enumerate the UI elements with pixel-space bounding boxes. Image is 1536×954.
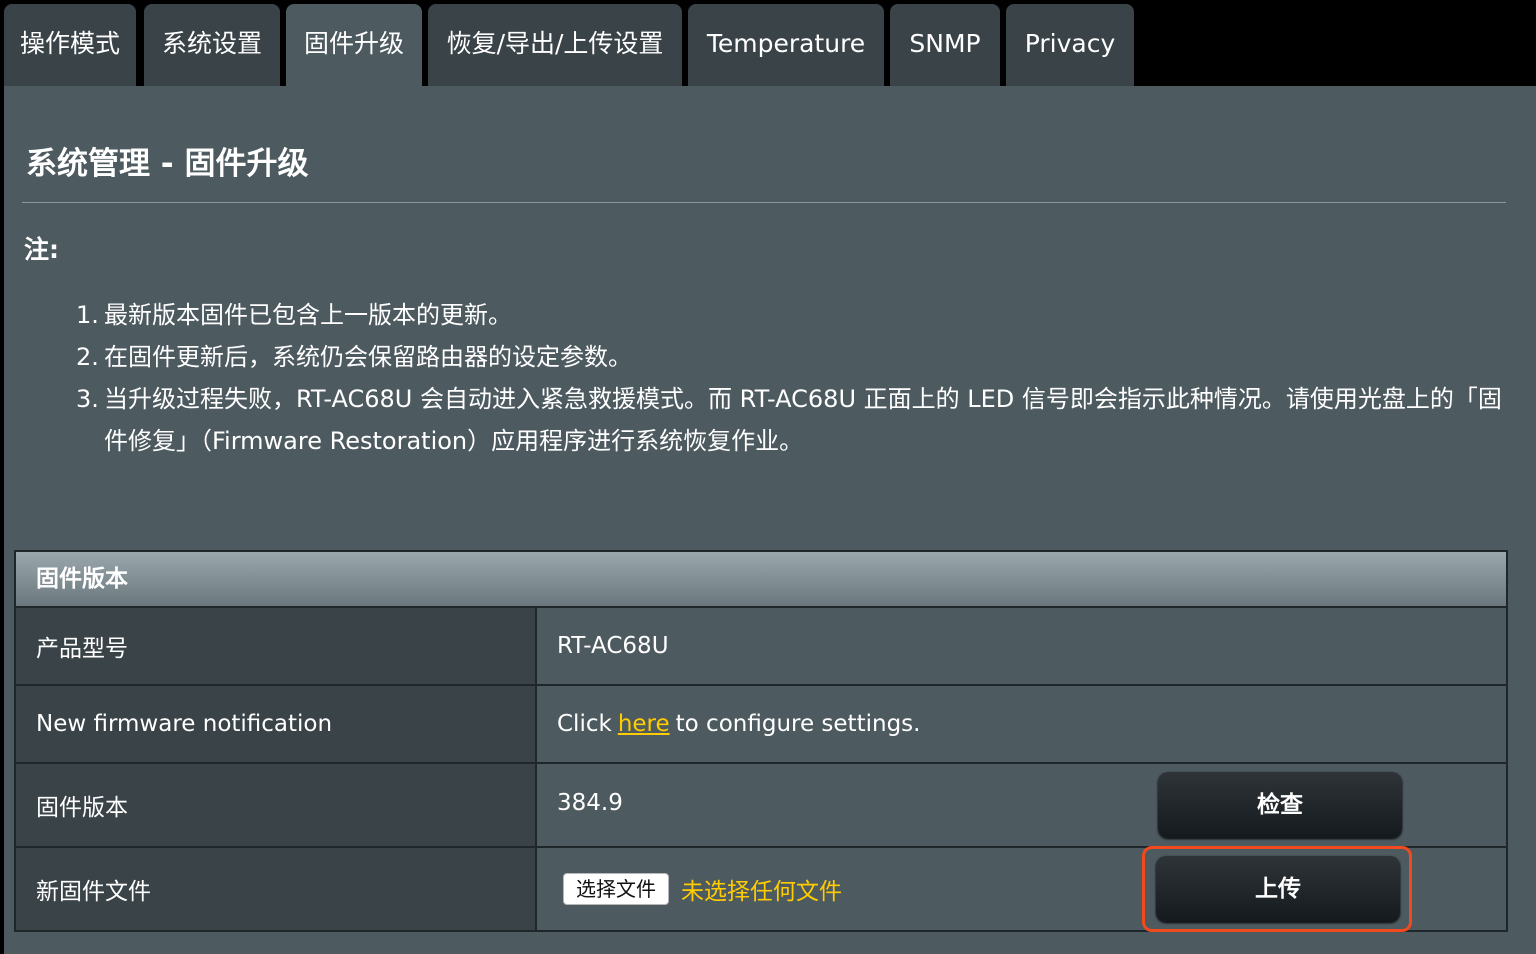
note-number: 3. <box>76 385 99 413</box>
note-text: 在固件更新后，系统仍会保留路由器的设定参数。 <box>104 343 632 371</box>
list-item: 3. 当升级过程失败，RT-AC68U 会自动进入紧急救援模式。而 RT-AC6… <box>76 378 1512 462</box>
row-label: 固件版本 <box>16 764 537 846</box>
list-item: 2. 在固件更新后，系统仍会保留路由器的设定参数。 <box>76 336 1512 378</box>
list-item: 1. 最新版本固件已包含上一版本的更新。 <box>76 294 1512 336</box>
table-header: 固件版本 <box>16 552 1506 608</box>
row-label: 新固件文件 <box>16 848 537 930</box>
note-text: 当升级过程失败，RT-AC68U 会自动进入紧急救援模式。而 RT-AC68U … <box>104 385 1502 455</box>
notification-value: Click here to configure settings. <box>537 686 1506 762</box>
tab-firmware-upgrade[interactable]: 固件升级 <box>286 4 422 86</box>
configure-here-link[interactable]: here <box>618 711 670 737</box>
tab-restore-save-upload[interactable]: 恢复/导出/上传设置 <box>428 4 682 86</box>
tab-operation-mode[interactable]: 操作模式 <box>4 4 136 86</box>
tab-temperature[interactable]: Temperature <box>688 4 884 86</box>
file-status: 未选择任何文件 <box>681 879 842 905</box>
table-row-notification: New firmware notification Click here to … <box>16 686 1506 764</box>
check-button[interactable]: 检查 <box>1158 772 1402 838</box>
row-label: New firmware notification <box>16 686 537 762</box>
main-panel: 系统管理 - 固件升级 注: 1. 最新版本固件已包含上一版本的更新。 2. 在… <box>4 86 1536 954</box>
table-row-new-file: 新固件文件 选择文件 未选择任何文件 上传 <box>16 846 1506 932</box>
row-label: 产品型号 <box>16 608 537 684</box>
notification-prefix: Click <box>557 711 612 737</box>
notification-suffix: to configure settings. <box>675 711 921 737</box>
note-number: 1. <box>76 301 99 329</box>
note-number: 2. <box>76 343 99 371</box>
model-value: RT-AC68U <box>537 608 1506 684</box>
note-text: 最新版本固件已包含上一版本的更新。 <box>104 301 512 329</box>
upload-button[interactable]: 上传 <box>1156 856 1400 922</box>
tab-bar: 操作模式 系统设置 固件升级 恢复/导出/上传设置 Temperature SN… <box>0 0 1536 86</box>
tab-snmp[interactable]: SNMP <box>890 4 1000 86</box>
page-title: 系统管理 - 固件升级 <box>26 146 309 182</box>
firmware-table: 固件版本 产品型号 RT-AC68U New firmware notifica… <box>14 550 1508 932</box>
title-divider <box>22 202 1506 203</box>
choose-file-button[interactable]: 选择文件 <box>563 873 669 905</box>
tab-privacy[interactable]: Privacy <box>1006 4 1134 86</box>
notes-list: 1. 最新版本固件已包含上一版本的更新。 2. 在固件更新后，系统仍会保留路由器… <box>76 294 1512 462</box>
tab-system-settings[interactable]: 系统设置 <box>144 4 280 86</box>
table-row-model: 产品型号 RT-AC68U <box>16 608 1506 686</box>
note-label: 注: <box>24 235 59 264</box>
table-row-version: 固件版本 384.9 检查 <box>16 764 1506 848</box>
